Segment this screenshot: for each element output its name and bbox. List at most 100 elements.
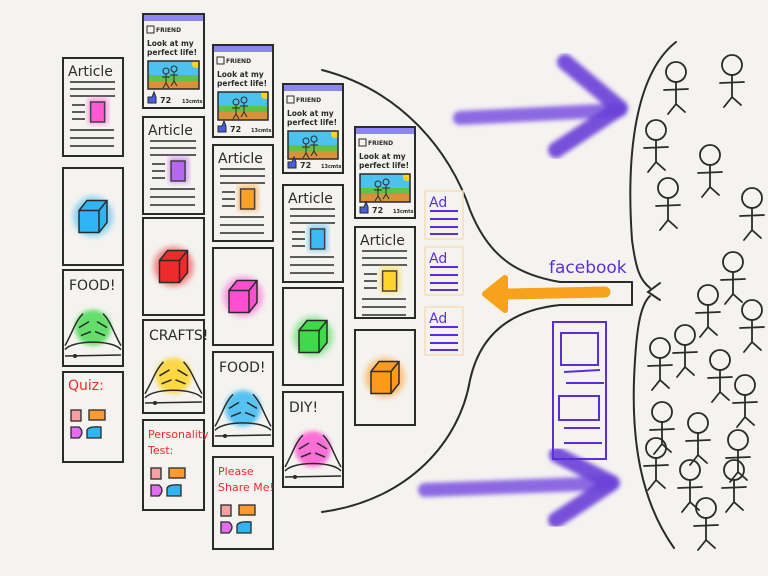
card-article-pink[interactable]: Article <box>62 57 124 157</box>
like-thumb-icon <box>359 200 369 214</box>
like-count: 72 <box>372 206 383 215</box>
column-1: Article FOOD! Quiz: <box>62 57 124 463</box>
card-personality-test[interactable]: Personality Test: <box>142 419 209 511</box>
progress-dot <box>293 475 297 479</box>
quiz-title: Quiz: <box>68 378 104 394</box>
card-post[interactable]: FRIEND Look at myperfect life! 72 13cmts <box>354 126 416 219</box>
comment-count: 13cmts <box>321 164 342 170</box>
post-header-bar <box>356 128 414 134</box>
image-icon <box>309 228 326 250</box>
ad-label: Ad <box>429 311 447 327</box>
comment-count: 13cmts <box>251 128 272 134</box>
image-icon <box>170 160 186 182</box>
column-4: FRIEND Look at myperfect life! 72 13cmts Art… <box>282 83 344 488</box>
comment-count: 13cmts <box>393 209 414 215</box>
ad-card[interactable]: Ad <box>424 190 464 240</box>
photo-hills <box>218 106 268 112</box>
post-header-bar <box>144 15 203 21</box>
card-crafts-yellow[interactable]: CRAFTS! <box>142 319 208 414</box>
card-cube-pink[interactable] <box>212 247 274 346</box>
column-5: FRIEND Look at myperfect life! 72 13cmts Art… <box>354 126 416 426</box>
article-title: Article <box>288 191 333 207</box>
article-title: Article <box>68 64 113 80</box>
article-title: Article <box>360 233 405 249</box>
card-post[interactable]: FRIEND Look at myperfect life! 72 13cmts <box>142 13 205 109</box>
quiz-title: Share Me! <box>218 481 274 494</box>
person-icon <box>695 284 721 338</box>
person-icon <box>725 429 751 483</box>
ad-label: Ad <box>429 195 447 211</box>
facebook-label: facebook <box>549 258 627 278</box>
progress-dot <box>73 354 77 358</box>
ad-label: Ad <box>429 251 447 267</box>
answer-options <box>70 409 106 439</box>
person-icon <box>693 497 719 551</box>
ad-lines <box>430 326 458 351</box>
image-icon <box>239 188 256 210</box>
card-food-green[interactable]: FOOD! <box>62 269 124 367</box>
answer-options <box>150 467 186 497</box>
person-icon <box>649 401 675 455</box>
comment-count: 13cmts <box>182 99 203 105</box>
card-food-blue[interactable]: FOOD! <box>212 351 274 447</box>
ad-card[interactable]: Ad <box>424 246 464 296</box>
friend-avatar-icon <box>216 56 225 65</box>
card-cube-green[interactable] <box>282 287 344 386</box>
post-text-line1: Look at my <box>217 70 264 79</box>
like-thumb-icon <box>147 90 157 104</box>
ad-lines <box>430 266 458 291</box>
post-friend-name: FRIEND <box>296 97 321 104</box>
category-title: CRAFTS! <box>149 328 208 344</box>
column-3: FRIEND Look at myperfect life! 72 13cmts Art… <box>212 44 274 550</box>
category-title: DIY! <box>289 400 318 416</box>
post-friend-name: FRIEND <box>368 140 393 147</box>
cube-icon <box>370 360 400 395</box>
person-icon <box>655 177 681 231</box>
card-article-blue[interactable]: Article <box>282 184 344 283</box>
card-article-purple[interactable]: Article <box>142 116 205 215</box>
person-icon <box>739 299 765 353</box>
person-icon <box>672 324 698 378</box>
card-article-yellow[interactable]: Article <box>354 226 416 319</box>
cube-icon <box>78 199 108 234</box>
like-count: 72 <box>230 125 241 134</box>
card-post[interactable]: FRIEND Look at myperfect life! 72 13cmts <box>282 83 344 174</box>
person-icon <box>647 337 673 391</box>
category-title: FOOD! <box>69 278 115 294</box>
person-icon <box>721 459 747 513</box>
cube-icon <box>158 249 189 284</box>
ad-card[interactable]: Ad <box>424 306 464 356</box>
person-icon <box>720 251 746 305</box>
ads-column: Ad Ad Ad <box>424 190 464 356</box>
article-title: Article <box>218 151 263 167</box>
card-cube-orange[interactable] <box>354 329 416 426</box>
progress-dot <box>223 434 227 438</box>
post-text-line1: Look at my <box>147 39 194 48</box>
person-icon <box>663 61 689 115</box>
cube-icon <box>298 319 328 354</box>
article-title: Article <box>148 123 193 139</box>
person-icon <box>685 412 711 466</box>
person-icon <box>719 54 745 108</box>
card-quiz[interactable]: Quiz: <box>62 371 124 463</box>
person-icon <box>677 459 703 513</box>
post-friend-name: FRIEND <box>156 27 181 34</box>
like-count: 72 <box>300 161 311 170</box>
content-columns: ArticleFOOD!Quiz:FRIENDLook at myperfect… <box>62 13 416 550</box>
answer-options <box>220 504 256 534</box>
card-diy-pink[interactable]: DIY! <box>282 391 344 488</box>
photo-hills <box>288 145 338 151</box>
post-text-line1: Look at my <box>287 109 334 118</box>
card-article-orange[interactable]: Article <box>212 144 274 242</box>
card-cube-blue[interactable] <box>62 167 124 266</box>
person-icon <box>643 119 669 173</box>
post-friend-name: FRIEND <box>226 58 251 65</box>
post-header-bar <box>284 85 342 91</box>
card-post[interactable]: FRIEND Look at myperfect life! 72 13cmts <box>212 44 274 138</box>
purple-arrow-bottom-icon <box>418 447 620 528</box>
post-text-line2: perfect life! <box>359 161 409 170</box>
card-share-me[interactable]: Please Share Me! <box>212 456 274 550</box>
card-cube-red[interactable] <box>142 217 205 316</box>
post-text-line2: perfect life! <box>217 79 267 88</box>
person-icon <box>739 187 765 241</box>
